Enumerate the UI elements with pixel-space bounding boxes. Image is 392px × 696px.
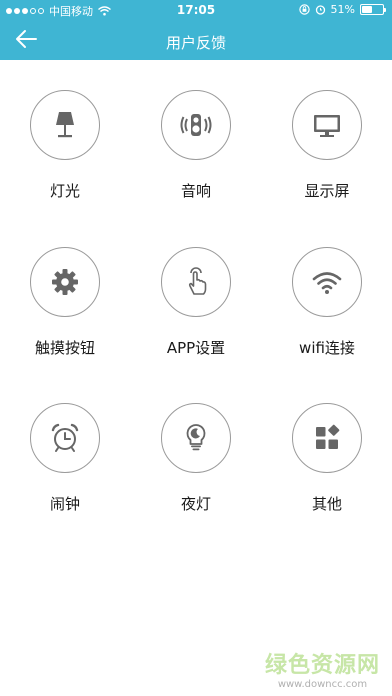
category-lamp[interactable]: 灯光	[0, 60, 130, 200]
category-label: 其他	[311, 495, 342, 513]
speaker-icon	[180, 114, 212, 136]
category-touch-button[interactable]: 触摸按钮	[0, 217, 130, 357]
lamp-icon	[56, 112, 74, 138]
icon-circle	[30, 403, 100, 473]
watermark: 绿色资源网 www.downcc.com	[265, 647, 380, 690]
category-label: 音响	[180, 182, 211, 200]
icon-circle	[161, 90, 231, 160]
category-label: wifi连接	[299, 339, 355, 357]
category-app-settings[interactable]: APP设置	[131, 217, 261, 357]
icon-circle	[30, 247, 100, 317]
category-wifi[interactable]: wifi连接	[262, 217, 392, 357]
grid-apps-icon	[316, 424, 340, 449]
icon-circle	[292, 90, 362, 160]
category-monitor[interactable]: 显示屏	[262, 60, 392, 200]
category-label: 触摸按钮	[34, 339, 95, 357]
icon-circle	[161, 403, 231, 473]
icon-circle	[30, 90, 100, 160]
watermark-url: www.downcc.com	[277, 679, 368, 690]
battery-percent: 51%	[330, 3, 355, 16]
touch-hand-icon	[188, 267, 207, 295]
category-night-light[interactable]: 夜灯	[131, 373, 261, 513]
category-other[interactable]: 其他	[262, 373, 392, 513]
alarm-status-icon	[315, 5, 325, 15]
battery-icon	[360, 4, 386, 15]
category-speaker[interactable]: 音响	[131, 60, 261, 200]
category-label: 显示屏	[304, 182, 350, 200]
icon-circle	[292, 247, 362, 317]
icon-circle	[292, 403, 362, 473]
monitor-icon	[314, 115, 340, 137]
category-label: 夜灯	[180, 495, 211, 513]
category-label: 闹钟	[49, 495, 80, 513]
wifi-icon	[312, 272, 342, 294]
night-light-bulb-icon	[186, 424, 206, 451]
category-label: APP设置	[166, 339, 226, 357]
alarm-clock-icon	[51, 423, 79, 452]
category-alarm[interactable]: 闹钟	[0, 373, 130, 513]
page-title: 用户反馈	[165, 34, 226, 52]
watermark-title: 绿色资源网	[264, 653, 380, 678]
status-bar: 中国移动 17:05 51%	[0, 0, 392, 20]
status-right: 51%	[298, 3, 386, 16]
icon-circle	[161, 247, 231, 317]
gear-icon	[52, 269, 78, 295]
rotation-lock-icon	[298, 4, 310, 15]
category-label: 灯光	[49, 182, 80, 200]
app-header: 中国移动 17:05 51% 用户反馈	[0, 0, 392, 60]
